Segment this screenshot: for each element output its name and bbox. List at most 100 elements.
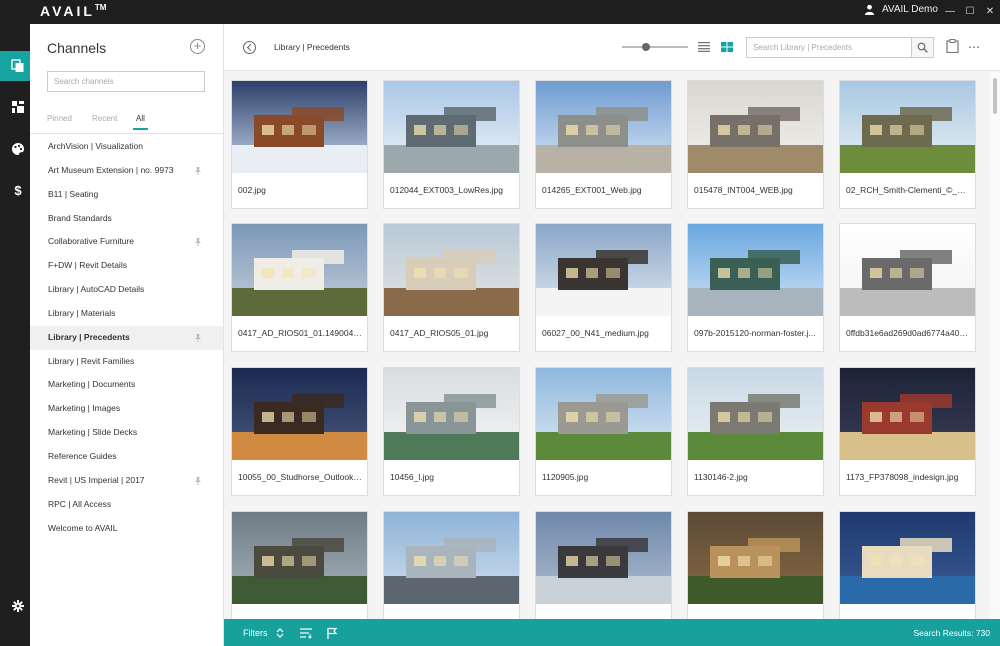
- grid-scrollbar[interactable]: [990, 72, 1000, 619]
- sort-updown-icon[interactable]: [274, 627, 286, 639]
- channel-item[interactable]: Revit | US Imperial | 2017: [30, 469, 223, 493]
- asset-grid: 002.jpg 012044_EXT003_LowRes.jpg 014265_EX…: [224, 72, 990, 619]
- filters-button[interactable]: Filters: [243, 628, 268, 638]
- minimize-button[interactable]: —: [940, 5, 960, 19]
- channel-label: Marketing | Documents: [48, 379, 136, 390]
- channel-item[interactable]: Welcome to AVAIL: [30, 517, 223, 541]
- asset-thumbnail: [840, 368, 975, 460]
- asset-card[interactable]: [383, 511, 520, 619]
- asset-thumbnail: [688, 81, 823, 173]
- asset-card[interactable]: 0417_AD_RIOS05_01.jpg: [383, 223, 520, 352]
- asset-filename: 014265_EXT001_Web.jpg: [542, 185, 642, 195]
- thumbnail-image: [232, 512, 367, 604]
- channel-label: Library | Revit Families: [48, 355, 135, 366]
- asset-card[interactable]: 06027_00_N41_medium.jpg: [535, 223, 672, 352]
- search-button[interactable]: [911, 38, 933, 57]
- asset-filename: 0ffdb31e6ad269d0ad6774a407...: [846, 328, 971, 338]
- asset-thumbnail: [840, 81, 975, 173]
- dashboard-icon: [12, 101, 24, 113]
- user-menu[interactable]: AVAIL Demo: [864, 2, 938, 16]
- channel-item[interactable]: ArchVision | Visualization: [30, 135, 223, 159]
- channel-item[interactable]: Collaborative Furniture: [30, 230, 223, 254]
- asset-card[interactable]: 02_RCH_Smith-Clementi_©_Un...: [839, 80, 976, 209]
- add-channel-button[interactable]: +: [190, 39, 205, 54]
- channel-item[interactable]: Library | Revit Families: [30, 350, 223, 374]
- thumbnail-image: [840, 81, 975, 173]
- asset-card[interactable]: [839, 511, 976, 619]
- asset-thumbnail: [688, 368, 823, 460]
- asset-filename: 012044_EXT003_LowRes.jpg: [390, 185, 503, 195]
- thumbnail-size-slider[interactable]: [622, 46, 688, 48]
- flag-icon[interactable]: [326, 627, 338, 639]
- status-bar: Filters Search Results: 730: [224, 619, 1000, 646]
- asset-card[interactable]: [535, 511, 672, 619]
- channels-panel: Channels + Pinned Recent All ArchVision …: [30, 24, 224, 646]
- asset-card[interactable]: 0417_AD_RIOS01_01.14900492...: [231, 223, 368, 352]
- channel-item[interactable]: B11 | Seating: [30, 183, 223, 207]
- asset-card[interactable]: 1130146-2.jpg: [687, 367, 824, 496]
- slider-handle[interactable]: [642, 43, 650, 51]
- channel-label: Reference Guides: [48, 450, 117, 461]
- channel-label: RPC | All Access: [48, 498, 112, 509]
- channel-item[interactable]: Marketing | Images: [30, 397, 223, 421]
- thumbnail-image: [384, 224, 519, 316]
- asset-card[interactable]: 1120905.jpg: [535, 367, 672, 496]
- maximize-button[interactable]: ☐: [960, 5, 980, 19]
- asset-card[interactable]: [687, 511, 824, 619]
- thumbnail-image: [536, 368, 671, 460]
- tab-recent[interactable]: Recent: [92, 114, 117, 123]
- channel-search-input[interactable]: [47, 71, 205, 92]
- channel-item[interactable]: Library | Materials: [30, 302, 223, 326]
- asset-card[interactable]: [231, 511, 368, 619]
- tab-pinned[interactable]: Pinned: [47, 114, 72, 123]
- clipboard-icon[interactable]: [946, 39, 959, 53]
- channel-item[interactable]: Library | Precedents: [30, 325, 223, 350]
- thumbnail-image: [384, 512, 519, 604]
- channel-item[interactable]: F+DW | Revit Details: [30, 254, 223, 278]
- asset-card[interactable]: 10055_00_Studhorse_Outlook_...: [231, 367, 368, 496]
- asset-card[interactable]: 0ffdb31e6ad269d0ad6774a407...: [839, 223, 976, 352]
- asset-card[interactable]: 002.jpg: [231, 80, 368, 209]
- list-view-icon[interactable]: [698, 42, 710, 52]
- asset-thumbnail: [536, 81, 671, 173]
- scrollbar-thumb[interactable]: [993, 78, 997, 114]
- channel-label: Library | AutoCAD Details: [48, 284, 145, 295]
- asset-thumbnail: [536, 512, 671, 604]
- channel-item[interactable]: RPC | All Access: [30, 493, 223, 517]
- asset-card[interactable]: 014265_EXT001_Web.jpg: [535, 80, 672, 209]
- pin-icon[interactable]: [194, 476, 202, 485]
- asset-filename: 1130146-2.jpg: [694, 472, 748, 482]
- window-controls: — ☐ ✕: [940, 5, 1000, 19]
- channel-item[interactable]: Art Museum Extension | no. 9973: [30, 159, 223, 183]
- asset-card[interactable]: 012044_EXT003_LowRes.jpg: [383, 80, 520, 209]
- library-search-input[interactable]: [747, 38, 911, 57]
- pin-icon[interactable]: [194, 238, 202, 247]
- channel-item[interactable]: Marketing | Documents: [30, 373, 223, 397]
- pin-icon[interactable]: [194, 166, 202, 175]
- tab-all[interactable]: All: [133, 114, 148, 130]
- asset-thumbnail: [232, 368, 367, 460]
- channel-item[interactable]: Library | AutoCAD Details: [30, 278, 223, 302]
- thumbnail-image: [536, 81, 671, 173]
- thumbnail-image: [840, 368, 975, 460]
- channel-list: ArchVision | Visualization Art Museum Ext…: [30, 135, 223, 540]
- close-button[interactable]: ✕: [980, 5, 1000, 19]
- channel-item[interactable]: Brand Standards: [30, 207, 223, 231]
- asset-card[interactable]: 097b-2015120-norman-foster.j...: [687, 223, 824, 352]
- grid-view-icon[interactable]: [721, 42, 733, 52]
- channel-item[interactable]: Marketing | Slide Decks: [30, 421, 223, 445]
- pin-icon[interactable]: [194, 333, 202, 342]
- thumbnail-image: [536, 512, 671, 604]
- back-button[interactable]: [243, 41, 256, 54]
- thumbnail-image: [384, 81, 519, 173]
- asset-card[interactable]: 10456_l.jpg: [383, 367, 520, 496]
- channel-label: ArchVision | Visualization: [48, 141, 143, 151]
- sort-lines-icon[interactable]: [300, 627, 312, 639]
- asset-card[interactable]: 015478_INT004_WEB.jpg: [687, 80, 824, 209]
- thumbnail-image: [232, 368, 367, 460]
- channel-label: Marketing | Images: [48, 403, 121, 414]
- channel-item[interactable]: Reference Guides: [30, 445, 223, 469]
- app-logo: AVAILTM: [40, 3, 107, 19]
- asset-card[interactable]: 1173_FP378098_indesign.jpg: [839, 367, 976, 496]
- more-options-button[interactable]: ⋯: [968, 40, 981, 54]
